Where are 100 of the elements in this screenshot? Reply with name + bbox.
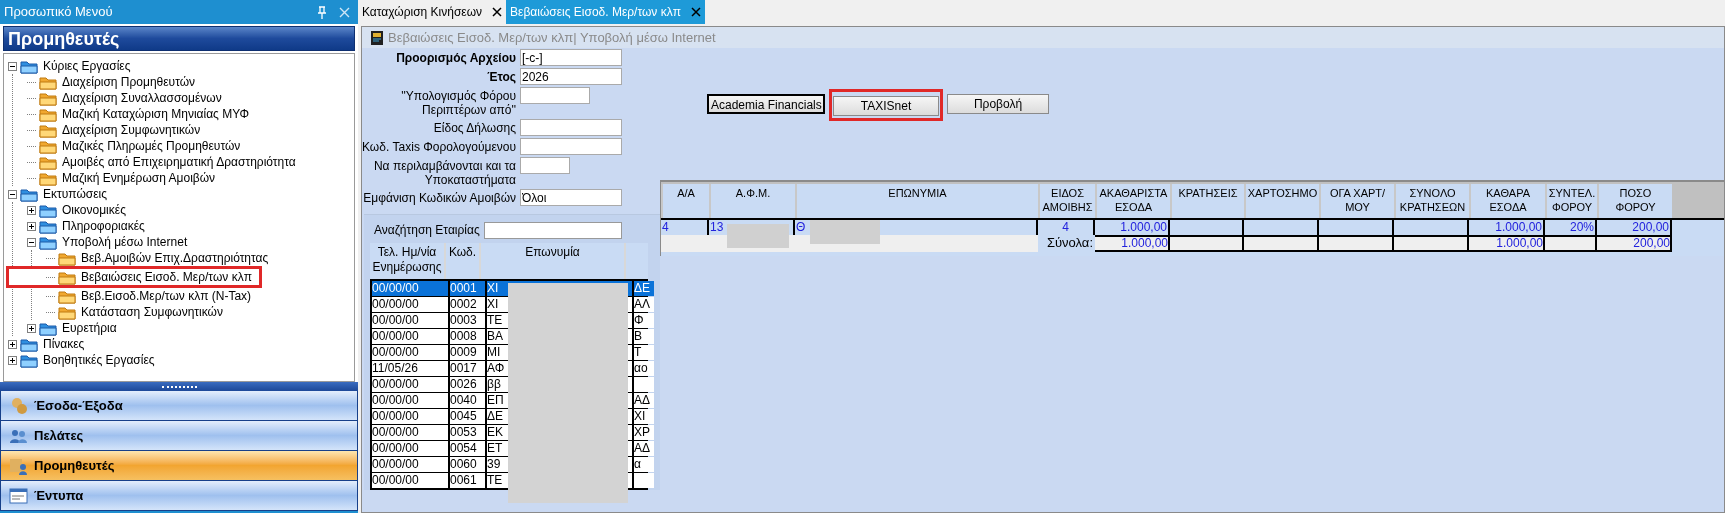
input-field[interactable] bbox=[520, 138, 622, 155]
field-label: Κωδ. Taxis Φορολογούμενου bbox=[362, 139, 516, 154]
expand-icon[interactable] bbox=[8, 339, 17, 349]
folder-icon bbox=[20, 336, 38, 352]
table-cell: 0009 bbox=[450, 345, 485, 360]
button[interactable]: Academia Financials bbox=[707, 94, 825, 114]
tree-item[interactable]: Βοηθητικές Εργασίες bbox=[41, 353, 157, 367]
folder-icon bbox=[39, 74, 57, 90]
table-cell: 0045 bbox=[450, 409, 485, 424]
app-icon bbox=[370, 29, 384, 46]
column-header: ΣΥΝΟΛΟ ΚΡΑΤΗΣΕΩΝ bbox=[1394, 184, 1469, 218]
collapse-icon[interactable] bbox=[8, 189, 17, 199]
close-icon[interactable] bbox=[690, 7, 701, 17]
table-cell: 0017 bbox=[450, 361, 485, 376]
tree-item[interactable]: Κύριες Εργασίες bbox=[41, 59, 133, 73]
tree-item[interactable]: Διαχείριση Συμφωνητικών bbox=[60, 123, 203, 137]
column-header: ΧΑΡΤΟΣΗΜΟ bbox=[1244, 184, 1319, 218]
input-field[interactable] bbox=[520, 119, 622, 136]
folder-icon bbox=[58, 250, 76, 266]
table-cell[interactable]: 00/00/00 bbox=[372, 281, 448, 296]
table-cell[interactable]: 00/00/00 bbox=[372, 473, 448, 488]
table-cell: Τ bbox=[634, 345, 654, 360]
input-field[interactable]: 2026 bbox=[520, 68, 622, 85]
expand-icon[interactable] bbox=[27, 221, 36, 231]
table-cell: 0003 bbox=[450, 313, 485, 328]
supplier-icon bbox=[9, 456, 28, 475]
field-label: Αναζήτηση Εταιρίας bbox=[374, 222, 480, 239]
table-cell: ΧΙ bbox=[634, 409, 654, 424]
table-cell[interactable]: 00/00/00 bbox=[372, 377, 448, 392]
tree-item[interactable]: Διαχείριση Προμηθευτών bbox=[60, 75, 198, 89]
table-cell: α bbox=[634, 457, 654, 472]
input-field[interactable] bbox=[520, 157, 570, 174]
nav-button[interactable]: Προμηθευτές bbox=[1, 451, 357, 480]
table-cell: 0054 bbox=[450, 441, 485, 456]
collapse-icon[interactable] bbox=[8, 61, 17, 71]
tree-item[interactable]: Κατάσταση Συμφωνητικών bbox=[79, 305, 225, 319]
field-label: Προορισμός Αρχείου bbox=[395, 50, 516, 65]
table-cell: ΑΔ bbox=[634, 393, 654, 408]
field-label: ''Υπολογισμός Φόρου Περιπτέρων από'' bbox=[400, 88, 516, 117]
column-header: ΟΓΑ ΧΑΡΤ/ΜΟΥ bbox=[1319, 184, 1394, 218]
table-cell: 1.000,00 bbox=[1095, 235, 1170, 252]
table-row[interactable]: 4 13 Θ 4 1.000,00 1.000,00 20% 200,00 bbox=[661, 218, 1724, 235]
table-cell[interactable]: 00/00/00 bbox=[372, 313, 448, 328]
input-field[interactable]: [-c-] bbox=[520, 49, 622, 66]
tree-item[interactable]: Αμοιβές από Επιχειρηματική Δραστηριότητα bbox=[60, 155, 298, 169]
table-cell: 0053 bbox=[450, 425, 485, 440]
expand-icon[interactable] bbox=[27, 323, 36, 333]
tree-item[interactable]: Εκτυπώσεις bbox=[41, 187, 109, 201]
tree-item[interactable]: Ευρετήρια bbox=[60, 321, 119, 335]
coins-icon bbox=[9, 396, 28, 415]
input-field[interactable] bbox=[520, 87, 590, 104]
tree-item[interactable]: Μαζική Ενημέρωση Αμοιβών bbox=[60, 171, 218, 185]
column-header: ΠΟΣΟ ΦΟΡΟΥ bbox=[1597, 184, 1672, 218]
table-cell: 200,00 bbox=[1597, 235, 1672, 252]
nav-button[interactable]: Έντυπα bbox=[1, 481, 357, 510]
redaction-block bbox=[810, 220, 880, 244]
table-cell[interactable]: 00/00/00 bbox=[372, 457, 448, 472]
table-cell[interactable]: 00/00/00 bbox=[372, 425, 448, 440]
tree-item[interactable]: Διαχείριση Συναλλασσομένων bbox=[60, 91, 224, 105]
nav-button[interactable]: Πελάτες bbox=[1, 421, 357, 450]
tree-item[interactable]: Βεβ.Εισοδ.Μερ/των κλπ (N-Tax) bbox=[79, 289, 254, 303]
table-cell[interactable]: 00/00/00 bbox=[372, 393, 448, 408]
tree-item[interactable]: Βεβαιώσεις Εισοδ. Μερ/των κλπ bbox=[79, 270, 254, 284]
table-cell[interactable]: 00/00/00 bbox=[372, 441, 448, 456]
search-field[interactable] bbox=[483, 221, 622, 239]
folder-icon bbox=[58, 288, 76, 304]
tree-item[interactable]: Μαζική Καταχώριση Μηνιαίας ΜΥΦ bbox=[60, 107, 252, 121]
table-cell: 0001 bbox=[450, 281, 485, 296]
table-cell: 0026 bbox=[450, 377, 485, 392]
button[interactable]: TAXISnet bbox=[833, 96, 939, 116]
nav-button[interactable]: Έσοδα-Έξοδα bbox=[1, 391, 357, 420]
table-cell: ΔΕ bbox=[634, 281, 654, 296]
folder-icon bbox=[58, 269, 76, 285]
table-cell[interactable]: 00/00/00 bbox=[372, 329, 448, 344]
pin-icon[interactable] bbox=[317, 5, 327, 19]
input-field[interactable]: Όλοι bbox=[520, 189, 622, 206]
column-header: ΚΡΑΤΗΣΕΙΣ bbox=[1170, 184, 1244, 218]
tree-item[interactable]: Πίνακες bbox=[41, 337, 87, 351]
panel-header: Προμηθευτές bbox=[3, 26, 355, 51]
close-icon[interactable] bbox=[492, 7, 503, 17]
column-header: ΕΠΩΝΥΜΙΑ bbox=[795, 184, 1038, 218]
collapse-icon[interactable] bbox=[27, 237, 36, 247]
table-cell[interactable]: 00/00/00 bbox=[372, 297, 448, 312]
tree-item[interactable]: Υποβολή μέσω Internet bbox=[60, 235, 190, 249]
button[interactable]: Προβολή bbox=[947, 94, 1049, 114]
table-cell: ΑΔ bbox=[634, 441, 654, 456]
expand-icon[interactable] bbox=[27, 205, 36, 215]
field-label: Να περιλαμβάνονται και τα Υποκαταστήματα bbox=[372, 158, 516, 187]
table-cell[interactable]: 00/00/00 bbox=[372, 409, 448, 424]
table-cell: Β bbox=[634, 329, 654, 344]
column-header: ΚΑΘΑΡΑ ΕΣΟΔΑ bbox=[1469, 184, 1545, 218]
tree-item[interactable]: Οικονομικές bbox=[60, 203, 128, 217]
table-cell: αο bbox=[634, 361, 654, 376]
table-cell[interactable]: 11/05/26 bbox=[372, 361, 448, 376]
tree-item[interactable]: Μαζικές Πληρωμές Προμηθευτών bbox=[60, 139, 243, 153]
folder-icon bbox=[39, 218, 57, 234]
table-cell[interactable]: 00/00/00 bbox=[372, 345, 448, 360]
tree-item[interactable]: Πληροφοριακές bbox=[60, 219, 147, 233]
expand-icon[interactable] bbox=[8, 355, 17, 365]
tree-item[interactable]: Βεβ.Αμοιβών Επιχ.Δραστηριότητας bbox=[79, 251, 271, 265]
